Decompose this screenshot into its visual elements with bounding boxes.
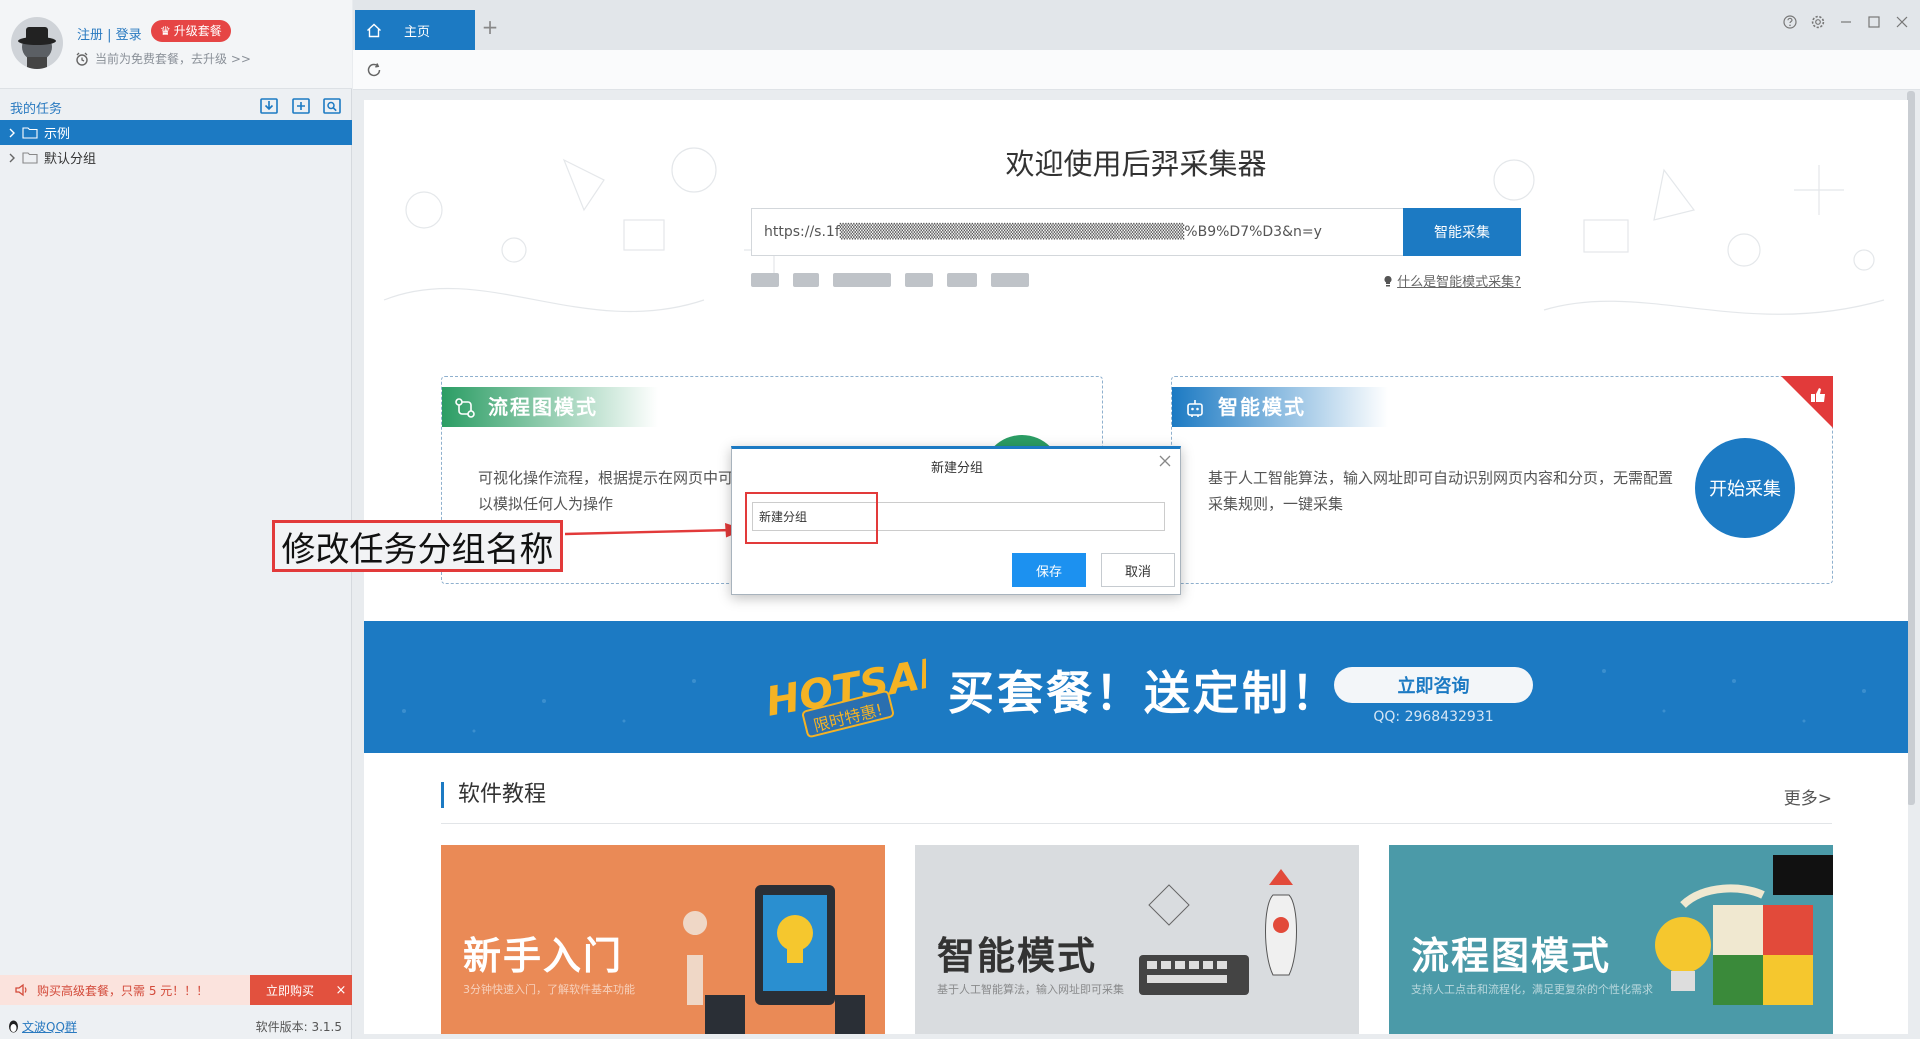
- banner-headline: 买套餐！送定制！: [948, 666, 1340, 720]
- speaker-icon: [15, 983, 27, 997]
- tutorial-card-title: 流程图模式: [1411, 934, 1612, 978]
- window-controls: [1782, 14, 1910, 30]
- folder-icon: [22, 151, 38, 164]
- cancel-button[interactable]: 取消: [1101, 553, 1175, 587]
- robot-icon: [1187, 400, 1203, 417]
- close-icon[interactable]: [1158, 454, 1172, 468]
- avatar[interactable]: [11, 17, 63, 69]
- tutorial-card-title: 新手入门: [463, 934, 624, 978]
- tutorial-card-flow-mode[interactable]: 流程图模式 支持人工点击和流程化，满足更复杂的个性化需求: [1389, 845, 1833, 1034]
- task-tree: 示例 默认分组: [0, 120, 352, 170]
- annotation-callout: 修改任务分组名称: [272, 520, 563, 572]
- refresh-icon[interactable]: [365, 61, 383, 79]
- status-bar: 文波QQ群 软件版本: 3.1.5: [0, 1012, 352, 1039]
- group-name-input[interactable]: [752, 502, 1165, 531]
- upgrade-package-button[interactable]: ♛ 升级套餐: [151, 20, 231, 42]
- thumbs-up-ribbon-icon: [1781, 376, 1833, 428]
- help-icon[interactable]: [1782, 14, 1798, 30]
- user-area: 注册 | 登录 ♛ 升级套餐 当前为免费套餐，去升级 >>: [0, 0, 352, 89]
- tutorial-card-subtitle: 基于人工智能算法，输入网址即可采集: [937, 983, 1124, 996]
- promo-bar: 购买高级套餐，只需 5 元！！！ 立即购买 ×: [0, 975, 352, 1005]
- package-info[interactable]: 当前为免费套餐，去升级 >>: [75, 50, 251, 67]
- tab-home[interactable]: 主页: [355, 10, 475, 50]
- smart-mode-card[interactable]: 智能模式 基于人工智能算法，输入网址即可自动识别网页内容和分页，无需配置采集规则…: [1171, 376, 1833, 584]
- tutorial-card-subtitle: 3分钟快速入门，了解软件基本功能: [463, 983, 635, 996]
- more-tutorials-link[interactable]: 更多>: [1784, 784, 1832, 809]
- tab-bar: 主页 +: [353, 0, 1920, 50]
- arrow-right-icon: [565, 523, 745, 538]
- folder-icon: [22, 126, 38, 139]
- flow-mode-header: 流程图模式: [442, 387, 658, 427]
- tutorial-card-beginner[interactable]: 新手入门 3分钟快速入门，了解软件基本功能: [441, 845, 885, 1034]
- welcome-title: 欢迎使用后羿采集器: [1005, 147, 1267, 181]
- buy-now-button[interactable]: 立即购买: [250, 975, 330, 1005]
- promo-text[interactable]: 购买高级套餐，只需 5 元！！！: [0, 975, 250, 1005]
- url-input[interactable]: https://s.1f▒▒▒▒▒▒▒▒▒▒▒▒▒▒▒▒▒▒▒▒▒▒▒▒▒▒▒▒…: [751, 208, 1407, 256]
- tasks-title: 我的任务: [10, 102, 63, 117]
- new-group-dialog: 新建分组 保存 取消: [731, 446, 1181, 595]
- consult-now-button[interactable]: 立即咨询: [1334, 667, 1533, 703]
- smart-mode-description: 基于人工智能算法，输入网址即可自动识别网页内容和分页，无需配置采集规则，一键采集: [1208, 469, 1674, 513]
- search-task-icon[interactable]: [322, 96, 342, 116]
- maximize-icon[interactable]: [1866, 14, 1882, 30]
- penguin-icon: [9, 1020, 18, 1033]
- tree-item-example[interactable]: 示例: [0, 120, 352, 145]
- tablet-lightbulb-illustration: [683, 885, 865, 1034]
- hotsale-logo: HOTSALE 限时特惠!: [763, 644, 926, 738]
- tree-item-default-group[interactable]: 默认分组: [0, 145, 352, 170]
- alarm-clock-icon: [76, 52, 88, 66]
- vertical-scrollbar[interactable]: [1907, 91, 1915, 805]
- chevron-right-icon[interactable]: [8, 153, 16, 163]
- smart-mode-help-link[interactable]: 什么是智能模式采集?: [1383, 271, 1521, 290]
- lightbulb-icon: [1384, 275, 1392, 286]
- puzzle-lightbulb-illustration: [1655, 855, 1833, 1005]
- close-icon[interactable]: ×: [330, 975, 352, 1005]
- dialog-title: 新建分组: [930, 461, 983, 476]
- keyboard-rocket-illustration: [1139, 869, 1297, 995]
- home-icon: [367, 23, 381, 37]
- tutorials-header: 软件教程 更多>: [441, 782, 1832, 824]
- qq-group-link[interactable]: 文波QQ群: [8, 1018, 77, 1035]
- flow-mode-description: 可视化操作流程，根据提示在网页中可以模拟任何人为操作: [478, 469, 734, 513]
- tutorial-card-title: 智能模式: [937, 934, 1098, 978]
- gear-icon[interactable]: [1810, 14, 1826, 30]
- banner-qq-number: QQ: 2968432931: [1373, 709, 1494, 725]
- start-collect-button[interactable]: 开始采集: [1695, 438, 1795, 538]
- minimize-icon[interactable]: [1838, 14, 1854, 30]
- tasks-header: 我的任务: [0, 90, 352, 120]
- save-button[interactable]: 保存: [1012, 553, 1086, 587]
- import-task-icon[interactable]: [259, 96, 279, 116]
- tutorial-card-smart-mode[interactable]: 智能模式 基于人工智能算法，输入网址即可采集: [915, 845, 1359, 1034]
- new-group-icon[interactable]: [291, 96, 311, 116]
- chevron-right-icon[interactable]: [8, 128, 16, 138]
- smart-mode-header: 智能模式: [1172, 387, 1388, 427]
- close-window-icon[interactable]: [1894, 14, 1910, 30]
- tree-item-label: 默认分组: [44, 152, 97, 167]
- promo-banner[interactable]: HOTSALE 限时特惠! 买套餐！送定制！ 立即咨询 QQ: 29684329…: [364, 621, 1908, 753]
- new-tab-button[interactable]: +: [480, 17, 500, 37]
- tree-item-label: 示例: [44, 127, 71, 142]
- toolbar: [353, 50, 1920, 90]
- flowchart-icon: [455, 398, 475, 418]
- user-silhouette-icon: [18, 27, 56, 69]
- crown-icon: ♛: [160, 24, 171, 38]
- blurred-history-links: [751, 273, 1029, 287]
- login-register-link[interactable]: 注册 | 登录: [77, 24, 142, 43]
- software-version: 软件版本: 3.1.5: [255, 1020, 342, 1034]
- smart-collect-button[interactable]: 智能采集: [1403, 208, 1521, 256]
- tutorials-title: 软件教程: [441, 782, 546, 808]
